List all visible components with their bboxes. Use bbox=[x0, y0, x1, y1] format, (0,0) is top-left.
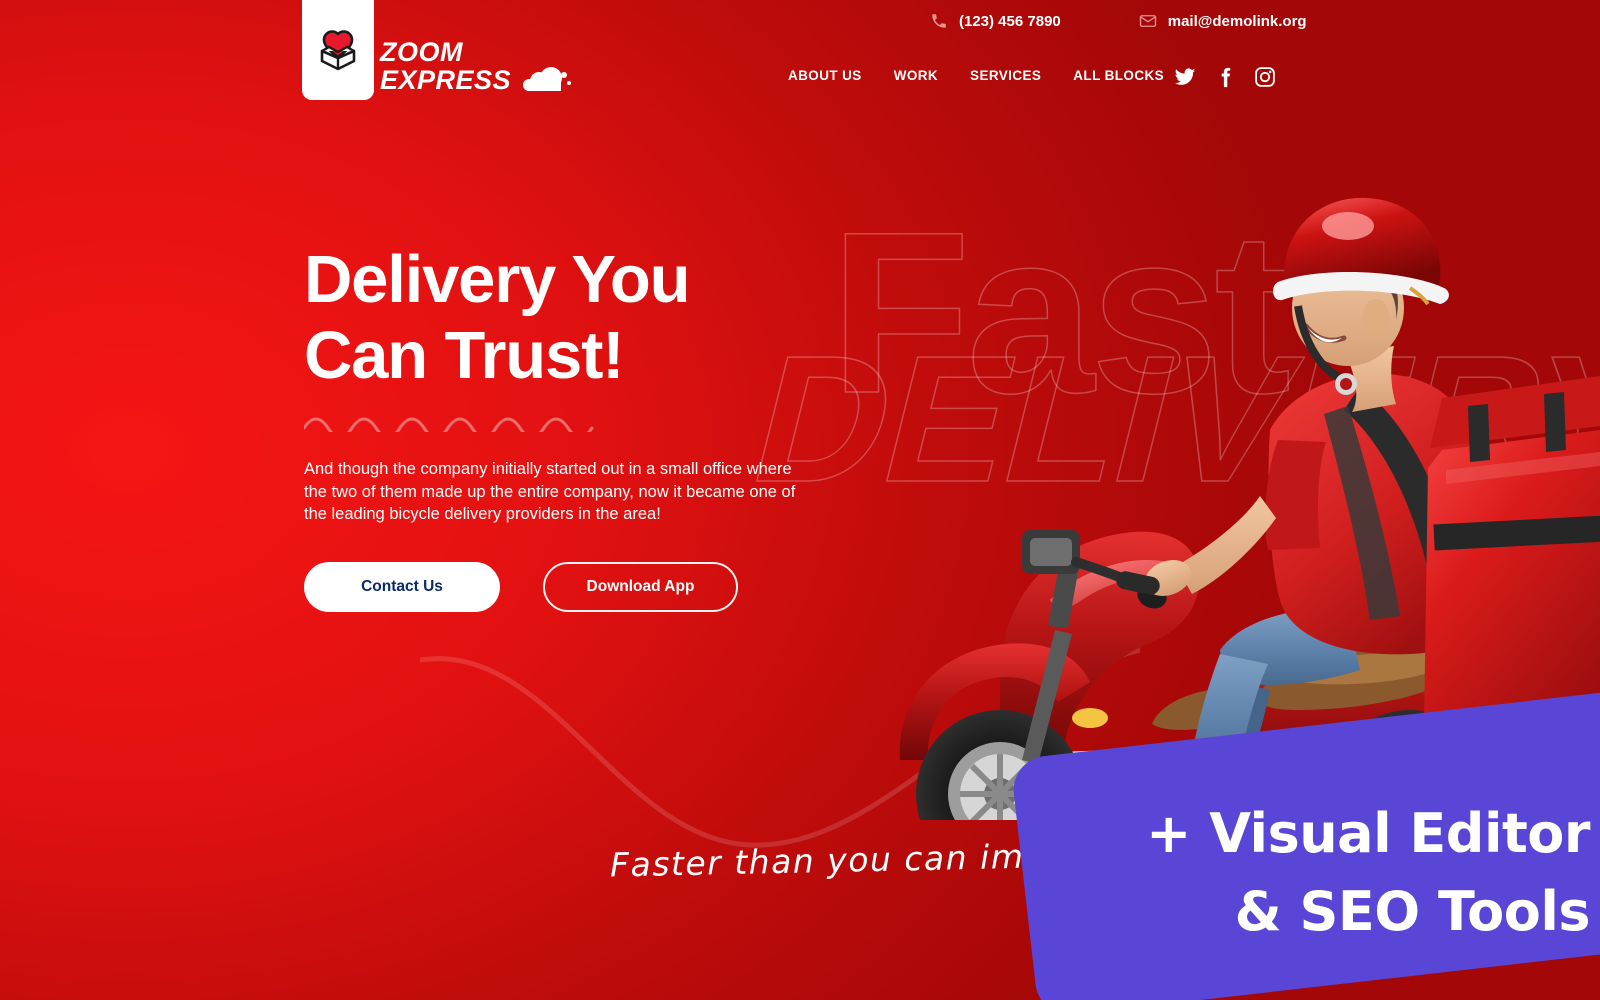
heart-box-icon bbox=[320, 30, 356, 71]
social-links bbox=[1174, 66, 1276, 88]
nav-item-about-us[interactable]: ABOUT US bbox=[788, 68, 862, 83]
promo-banner-text: + Visual Editor & SEO Tools bbox=[1070, 795, 1590, 951]
nav-item-all-blocks[interactable]: ALL BLOCKS bbox=[1073, 68, 1164, 83]
page-title: Delivery You Can Trust! bbox=[304, 242, 844, 394]
contact-us-button[interactable]: Contact Us bbox=[304, 561, 500, 612]
cta-button-row: Contact Us Download App bbox=[304, 561, 844, 612]
promo-line1: + Visual Editor bbox=[1146, 802, 1590, 865]
logo-text-line1: ZOOM bbox=[380, 37, 463, 67]
logo-text-line2: EXPRESS bbox=[380, 65, 512, 95]
envelope-icon bbox=[1139, 15, 1156, 27]
logo-badge[interactable] bbox=[302, 0, 374, 100]
promo-line2: & SEO Tools bbox=[1234, 880, 1591, 943]
cloud-icon bbox=[523, 67, 572, 91]
instagram-icon[interactable] bbox=[1254, 66, 1276, 88]
email-address: mail@demolink.org bbox=[1167, 12, 1307, 30]
hero-paragraph: And though the company initially started… bbox=[304, 460, 796, 523]
wavy-underline-decoration bbox=[304, 417, 594, 432]
email-contact[interactable]: mail@demolink.org bbox=[1139, 12, 1307, 30]
phone-number: (123) 456 7890 bbox=[959, 12, 1061, 30]
hero-content: Delivery You Can Trust! And though the c… bbox=[304, 242, 844, 612]
header-contact-row: (123) 456 7890 mail@demolink.org bbox=[930, 12, 1307, 30]
hero-title-line1: Delivery You bbox=[304, 242, 691, 317]
logo-wordmark[interactable]: ZOOM EXPRESS bbox=[380, 38, 580, 96]
phone-contact[interactable]: (123) 456 7890 bbox=[930, 12, 1061, 30]
main-navigation: ABOUT US WORK SERVICES ALL BLOCKS bbox=[788, 68, 1164, 83]
facebook-icon[interactable] bbox=[1214, 66, 1236, 88]
nav-item-work[interactable]: WORK bbox=[894, 68, 938, 83]
hero-title-line2: Can Trust! bbox=[304, 318, 625, 393]
nav-item-services[interactable]: SERVICES bbox=[970, 68, 1041, 83]
download-app-button[interactable]: Download App bbox=[543, 561, 738, 612]
hero-page: Fast DELIVERY ZOOM EXPRESS (123) 456 789… bbox=[0, 0, 1600, 1000]
phone-icon bbox=[932, 14, 946, 28]
twitter-icon[interactable] bbox=[1174, 66, 1196, 88]
